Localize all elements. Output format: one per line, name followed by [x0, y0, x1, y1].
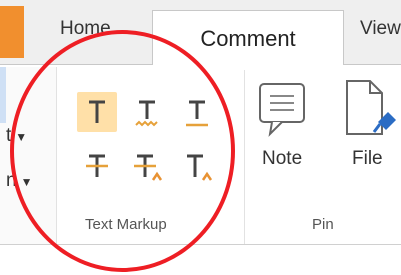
replace-text-icon [134, 154, 163, 181]
insert-text-icon [187, 154, 213, 181]
previous-group-fragment: t ▼ n ▼ [0, 67, 57, 245]
dropdown-fragment-2[interactable]: n ▼ [6, 170, 32, 192]
highlight-text-button[interactable] [77, 92, 117, 132]
file-label[interactable]: File [352, 148, 383, 170]
file-pin-icon [346, 80, 396, 135]
replace-text-button[interactable] [127, 146, 167, 186]
insert-text-button[interactable] [177, 146, 217, 186]
highlight-text-icon [89, 100, 105, 123]
dropdown-fragment-1[interactable]: t ▼ [6, 125, 27, 147]
underline-icon [186, 100, 208, 127]
strikeout-icon [86, 154, 108, 177]
note-button[interactable] [258, 82, 310, 143]
note-icon [259, 83, 305, 137]
file-attachment-button[interactable] [344, 78, 401, 143]
squiggly-underline-icon [135, 100, 158, 127]
underline-button[interactable] [177, 92, 217, 132]
tab-home[interactable]: Home [60, 18, 111, 40]
left-panel-strip [0, 67, 6, 123]
dropdown-fragment-2-label: n [6, 170, 17, 191]
file-tab-accent[interactable] [0, 6, 24, 58]
chevron-down-icon: ▼ [15, 130, 28, 144]
group-separator [244, 70, 245, 245]
text-markup-group-label: Text Markup [85, 216, 167, 233]
tab-view[interactable]: View [360, 18, 401, 40]
strikeout-button[interactable] [77, 146, 117, 186]
chevron-down-icon: ▼ [20, 175, 33, 189]
dropdown-fragment-1-label: t [6, 125, 12, 146]
tab-comment[interactable]: Comment [152, 10, 344, 66]
ribbon-bottom-border [0, 244, 401, 245]
ribbon-tab-bar: Home Comment View [0, 0, 401, 66]
squiggly-underline-button[interactable] [127, 92, 167, 132]
pin-group-label: Pin [312, 216, 334, 233]
note-label[interactable]: Note [262, 148, 302, 170]
